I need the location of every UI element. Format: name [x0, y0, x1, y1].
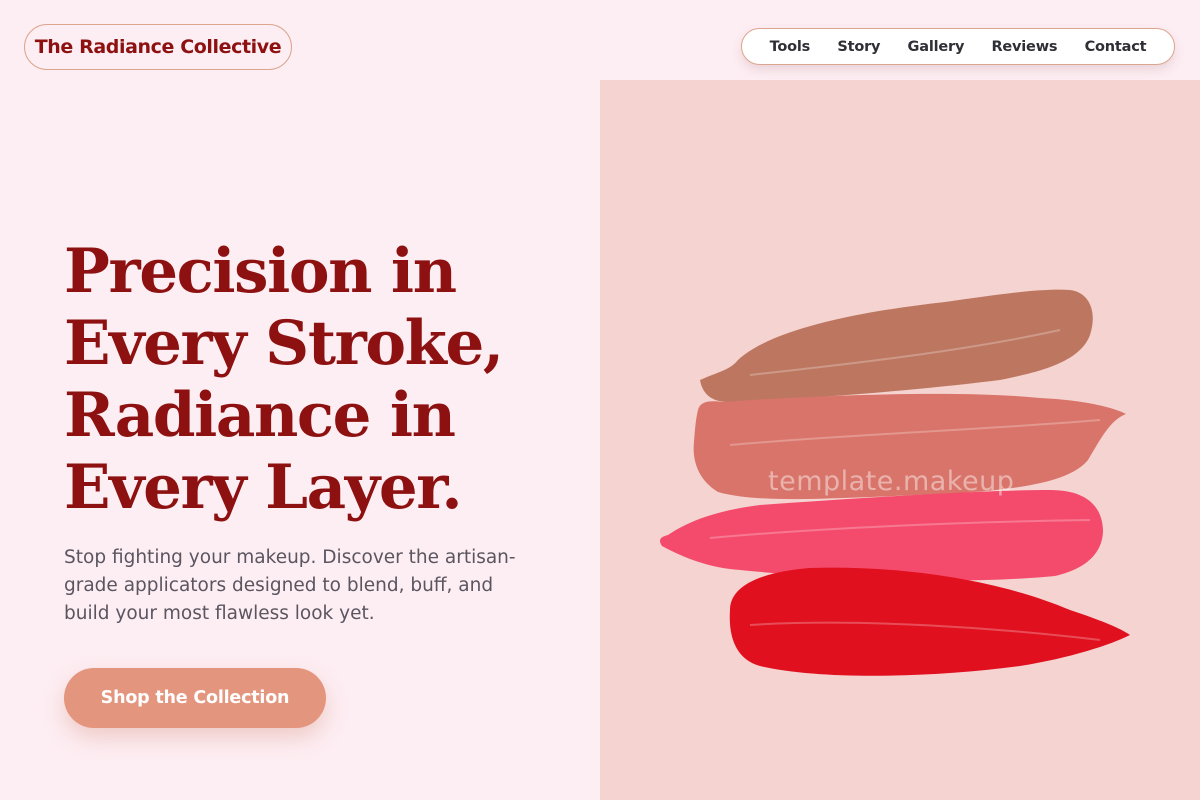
shop-collection-button[interactable]: Shop the Collection	[64, 668, 326, 728]
image-watermark: template.makeup	[768, 466, 1015, 497]
headline-line: Every Layer.	[64, 452, 463, 523]
hero-headline: Precision in Every Stroke, Radiance in E…	[64, 236, 584, 524]
nav-gallery[interactable]: Gallery	[908, 39, 965, 55]
swatch-red	[729, 567, 1130, 676]
swatch-nude	[700, 289, 1093, 402]
main-nav: Tools Story Gallery Reviews Contact	[741, 28, 1175, 65]
brand-logo[interactable]: The Radiance Collective	[24, 24, 292, 70]
headline-line: Radiance in	[64, 380, 456, 451]
nav-story[interactable]: Story	[837, 39, 880, 55]
nav-tools[interactable]: Tools	[770, 39, 811, 55]
lipstick-swatches-image	[600, 80, 1200, 800]
swatch-pink	[660, 490, 1103, 581]
headline-line: Precision in	[64, 236, 457, 307]
nav-contact[interactable]: Contact	[1085, 39, 1147, 55]
headline-line: Every Stroke,	[64, 308, 504, 379]
nav-reviews[interactable]: Reviews	[991, 39, 1057, 55]
hero-subtitle: Stop fighting your makeup. Discover the …	[64, 547, 516, 624]
